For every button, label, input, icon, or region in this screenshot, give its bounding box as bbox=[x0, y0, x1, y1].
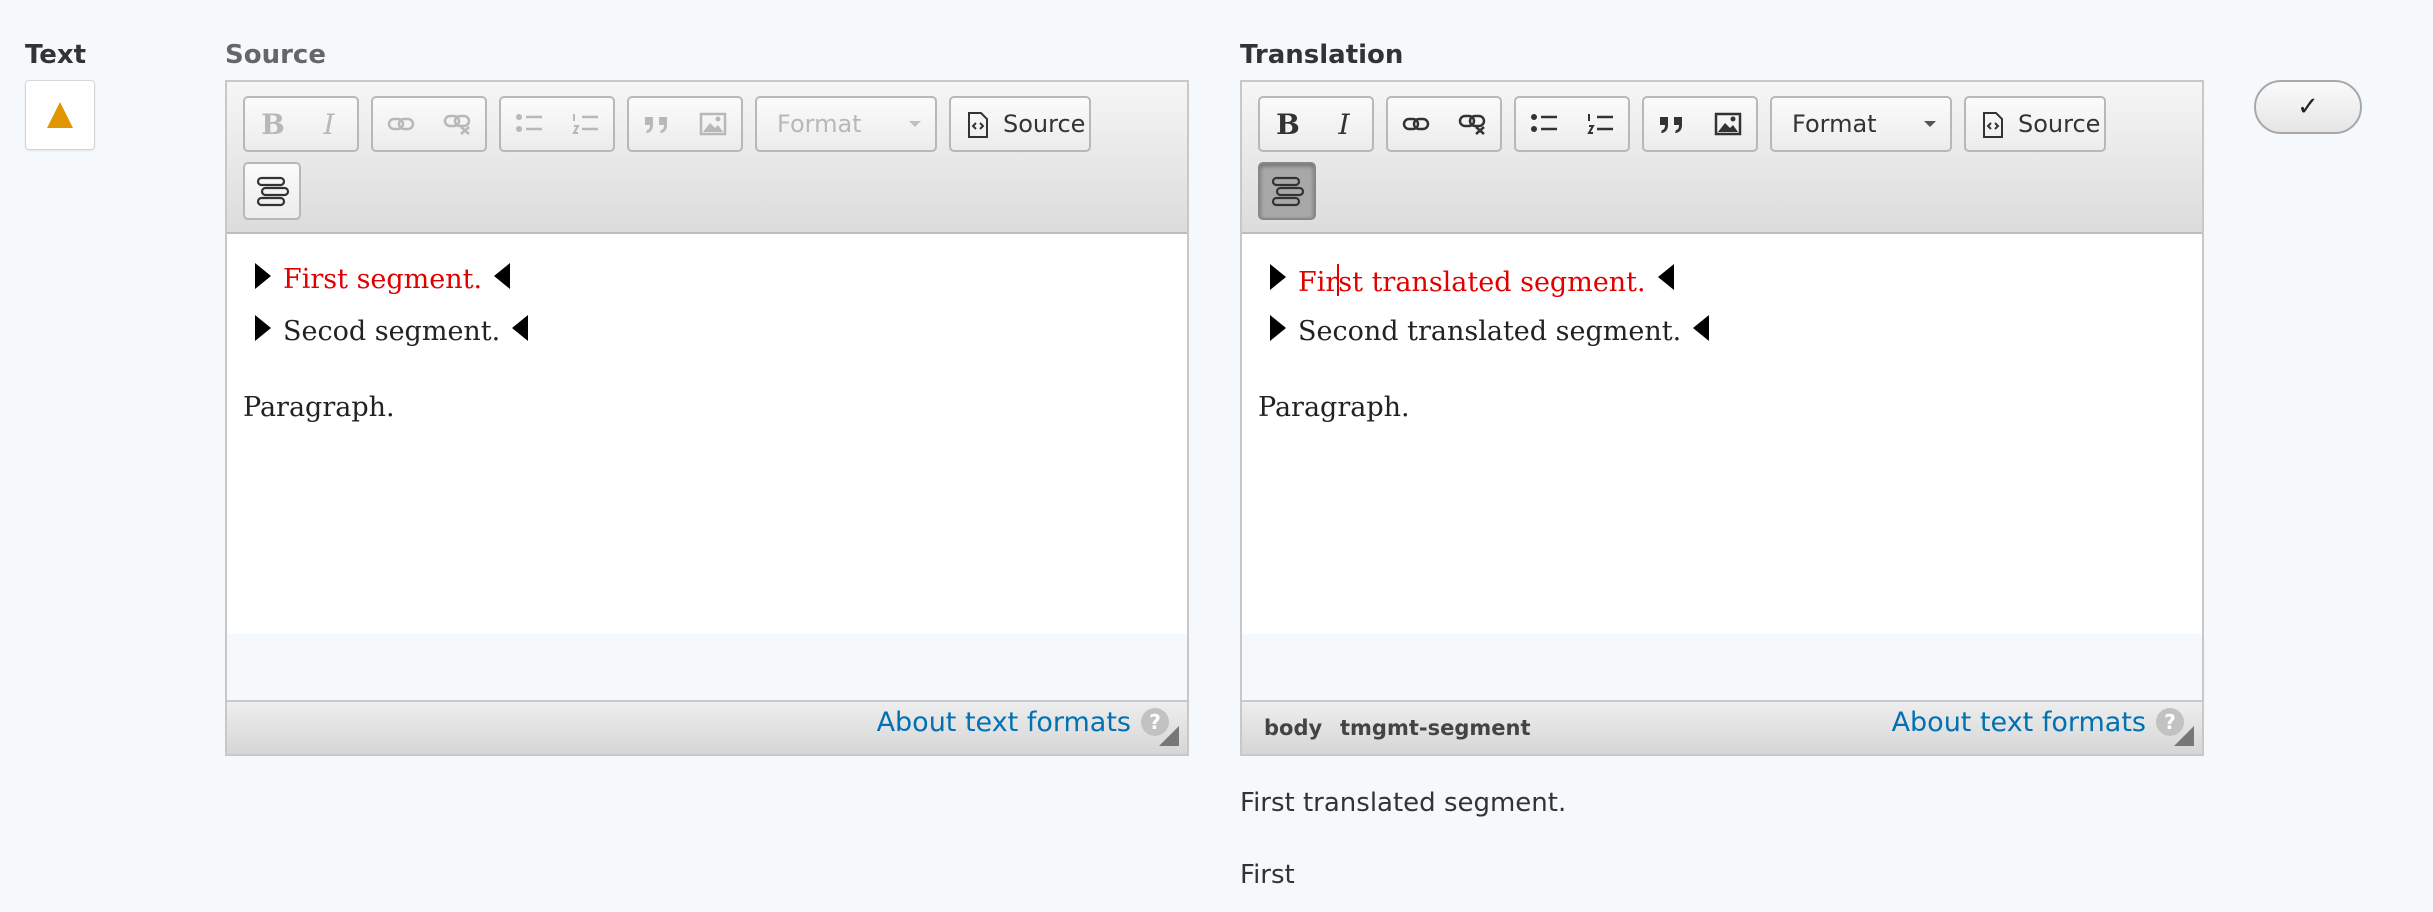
source-about-text-formats-link[interactable]: About text formats bbox=[877, 707, 1131, 738]
source-bold-button[interactable]: B bbox=[247, 98, 299, 150]
warning-icon bbox=[47, 102, 73, 128]
source-blockquote-button[interactable] bbox=[631, 98, 683, 150]
source-italic-button[interactable]: I bbox=[303, 98, 355, 150]
translation-numbered-list-button[interactable] bbox=[1574, 98, 1626, 150]
source-format-dropdown[interactable]: Format bbox=[755, 96, 937, 152]
text-after-cursor: st translated segment. bbox=[1338, 267, 1646, 298]
translation-segment-text: First translated segment. bbox=[1298, 264, 1646, 298]
translation-view-source-button[interactable]: Source bbox=[1964, 96, 2106, 152]
translation-unlink-button[interactable] bbox=[1446, 98, 1498, 150]
translation-view-source-label: Source bbox=[2018, 110, 2101, 138]
source-paragraph: Paragraph. bbox=[243, 392, 395, 423]
segment-end-marker bbox=[512, 314, 529, 341]
suggestion-item[interactable]: First bbox=[1240, 860, 1295, 890]
translation-bulleted-list-button[interactable] bbox=[1518, 98, 1570, 150]
translation-toolbar: B I Format Source bbox=[1242, 82, 2202, 234]
source-code-icon bbox=[1983, 112, 2003, 138]
source-segment: Secod segment. bbox=[255, 314, 529, 347]
image-icon bbox=[699, 112, 727, 136]
divider bbox=[225, 754, 1189, 756]
link-icon bbox=[1402, 117, 1430, 131]
translation-link-button[interactable] bbox=[1390, 98, 1442, 150]
segment-start-marker bbox=[1270, 264, 1286, 290]
translation-segment-text: Second translated segment. bbox=[1298, 316, 1682, 347]
translation-links-group bbox=[1386, 96, 1502, 152]
translation-segment-button[interactable] bbox=[1258, 162, 1316, 220]
bulleted-list-icon bbox=[516, 114, 542, 132]
translation-editor: B I Format Source First translated segme… bbox=[1240, 80, 2204, 756]
translation-segment: Second translated segment. bbox=[1270, 314, 1710, 347]
unlink-icon bbox=[443, 114, 471, 135]
source-segment-text: Secod segment. bbox=[283, 316, 501, 347]
image-icon bbox=[1714, 112, 1742, 136]
help-icon[interactable]: ? bbox=[1141, 708, 1169, 736]
translation-italic-button[interactable]: I bbox=[1318, 98, 1370, 150]
translation-column-label: Translation bbox=[1240, 40, 1404, 70]
translation-bold-button[interactable]: B bbox=[1262, 98, 1314, 150]
link-icon bbox=[387, 117, 415, 131]
numbered-list-icon bbox=[572, 114, 598, 134]
source-unlink-button[interactable] bbox=[431, 98, 483, 150]
translation-blocks-group bbox=[1642, 96, 1758, 152]
unlink-icon bbox=[1458, 114, 1486, 135]
source-blocks-group bbox=[627, 96, 743, 152]
help-icon[interactable]: ? bbox=[2156, 708, 2184, 736]
blockquote-icon bbox=[645, 117, 667, 133]
translation-format-dropdown[interactable]: Format bbox=[1770, 96, 1952, 152]
suggestion-item[interactable]: First translated segment. bbox=[1240, 788, 1566, 818]
source-view-source-button[interactable]: Source bbox=[949, 96, 1091, 152]
blockquote-icon bbox=[1660, 117, 1682, 133]
numbered-list-icon bbox=[1587, 114, 1613, 134]
segment-icon bbox=[1271, 176, 1305, 207]
bulleted-list-icon bbox=[1531, 114, 1557, 132]
chevron-down-icon bbox=[1924, 121, 1936, 127]
source-code-icon bbox=[968, 112, 988, 138]
segment-end-marker bbox=[494, 262, 511, 289]
source-column-label: Source bbox=[225, 40, 326, 70]
source-content-area[interactable]: First segment. Secod segment. Paragraph. bbox=[227, 234, 1187, 634]
source-view-source-label: Source bbox=[1003, 110, 1086, 138]
source-lists-group bbox=[499, 96, 615, 152]
check-icon: ✓ bbox=[2297, 92, 2319, 122]
source-segment-text: First segment. bbox=[283, 264, 483, 295]
segment-end-marker bbox=[1657, 264, 1674, 290]
source-segment-button[interactable] bbox=[243, 162, 301, 220]
source-links-group bbox=[371, 96, 487, 152]
translation-lists-group bbox=[1514, 96, 1630, 152]
translation-blockquote-button[interactable] bbox=[1646, 98, 1698, 150]
source-basic-styles-group: B I bbox=[243, 96, 359, 152]
source-image-button[interactable] bbox=[687, 98, 739, 150]
segment-start-marker bbox=[1270, 314, 1286, 341]
segment-start-marker bbox=[255, 314, 271, 341]
translation-image-button[interactable] bbox=[1702, 98, 1754, 150]
source-format-label: Format bbox=[777, 110, 862, 138]
translation-about-text-formats-link[interactable]: About text formats bbox=[1892, 707, 2146, 738]
field-label: Text bbox=[25, 40, 87, 70]
translation-basic-styles-group: B I bbox=[1258, 96, 1374, 152]
source-toolbar: B I Format Source bbox=[227, 82, 1187, 234]
source-bulleted-list-button[interactable] bbox=[503, 98, 555, 150]
confirm-button[interactable]: ✓ bbox=[2254, 80, 2362, 134]
source-numbered-list-button[interactable] bbox=[559, 98, 611, 150]
translation-format-label: Format bbox=[1792, 110, 1877, 138]
text-before-cursor: Fir bbox=[1298, 267, 1339, 298]
segment-icon bbox=[256, 176, 290, 207]
source-editor: B I Format Source First segment. Secod s… bbox=[225, 80, 1189, 756]
translation-segment: First translated segment. bbox=[1270, 264, 1674, 298]
translation-paragraph: Paragraph. bbox=[1258, 392, 1410, 423]
source-link-button[interactable] bbox=[375, 98, 427, 150]
translation-content-area[interactable]: First translated segment. Second transla… bbox=[1242, 234, 2202, 634]
source-about-row: About text formats ? bbox=[225, 688, 1189, 756]
segment-start-marker bbox=[255, 262, 271, 289]
status-indicator[interactable] bbox=[25, 80, 95, 150]
segment-end-marker bbox=[1693, 314, 1710, 341]
translation-about-row: About text formats ? bbox=[1240, 688, 2204, 756]
source-segment: First segment. bbox=[255, 262, 511, 295]
chevron-down-icon bbox=[909, 121, 921, 127]
